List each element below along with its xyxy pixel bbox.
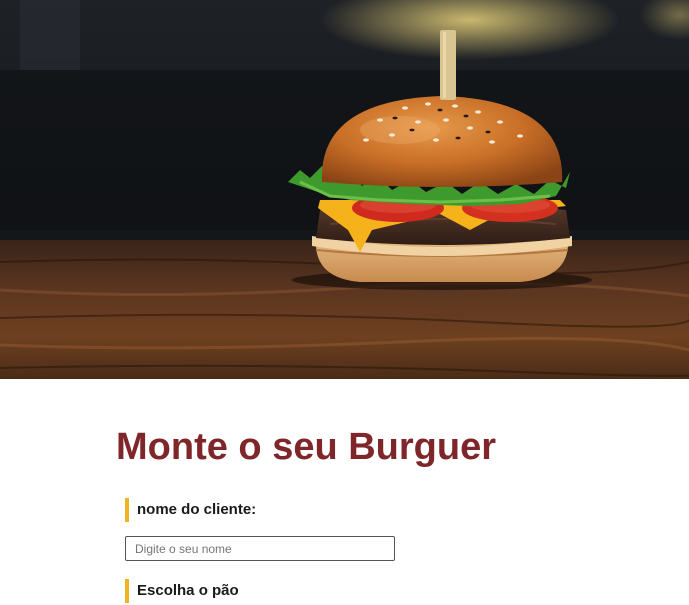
page-title: Monte o seu Burguer [116,426,497,468]
hero-banner [0,0,689,379]
burger-photo [0,0,689,379]
bread-choice-label: Escolha o pão [125,579,239,603]
client-name-input[interactable] [125,536,395,561]
client-name-label: nome do cliente: [125,498,256,522]
